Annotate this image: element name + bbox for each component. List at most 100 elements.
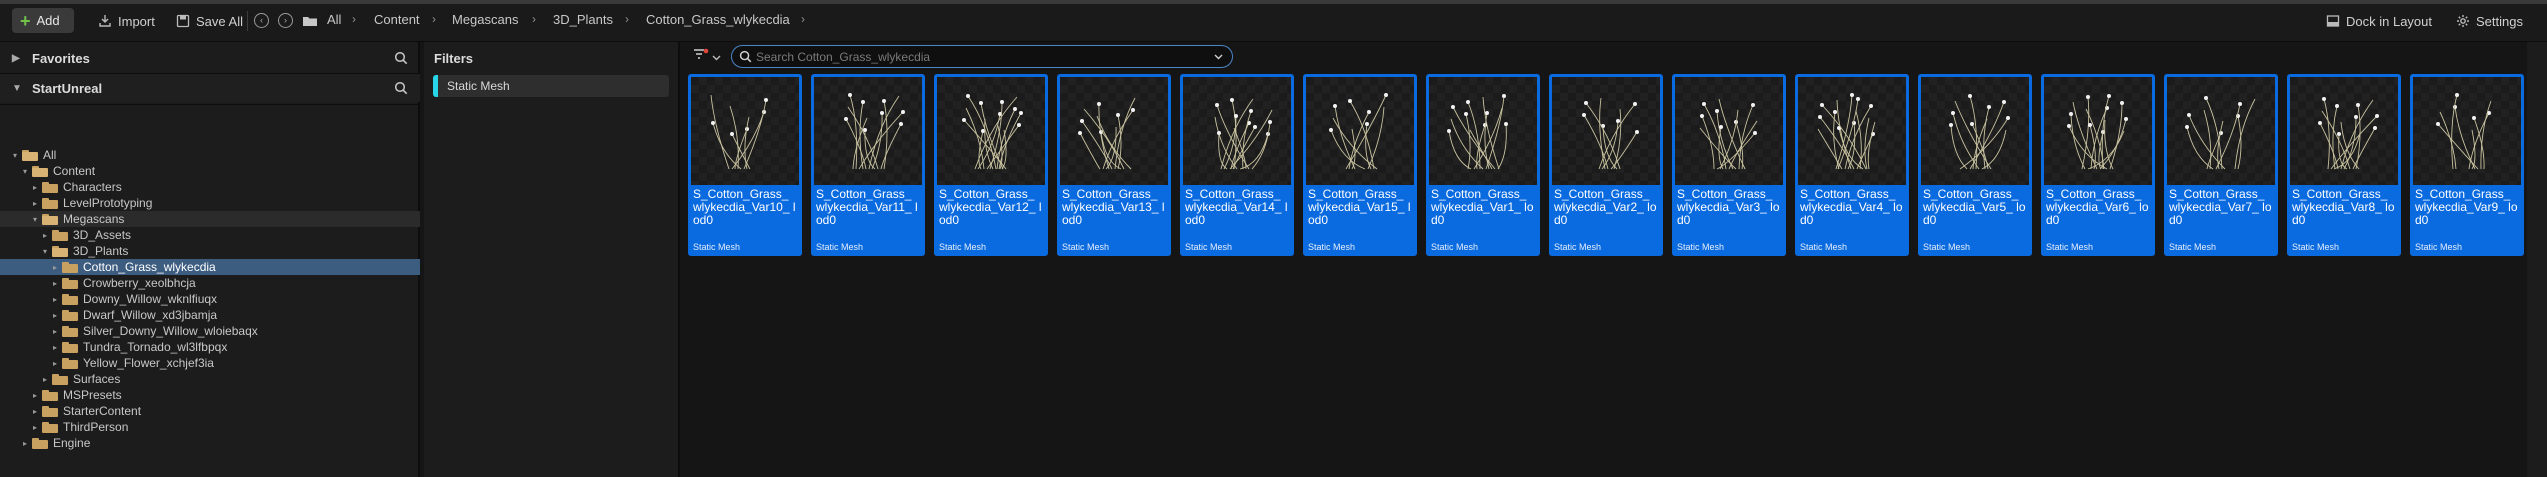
- add-button[interactable]: + Add: [12, 8, 74, 33]
- asset-tile[interactable]: S_Cotton_Grass_ wlykecdia_Var1_ lod0 Stat…: [1426, 74, 1540, 256]
- save-all-label: Save All: [196, 13, 243, 29]
- tree-item[interactable]: ▾ Megascans: [0, 211, 420, 227]
- asset-view: S_Cotton_Grass_ wlykecdia_Var10_ lod0 Sta…: [682, 42, 2527, 477]
- collapsed-arrow-icon[interactable]: ▸: [50, 343, 60, 352]
- tree-item[interactable]: ▸ ThirdPerson: [0, 419, 420, 435]
- collapsed-arrow-icon[interactable]: ▸: [50, 327, 60, 336]
- project-header[interactable]: ▼ StartUnreal: [0, 74, 420, 102]
- breadcrumb-chevron-icon[interactable]: ›: [801, 12, 805, 26]
- asset-tile[interactable]: S_Cotton_Grass_ wlykecdia_Var9_ lod0 Stat…: [2410, 74, 2524, 256]
- expanded-arrow-icon[interactable]: ▾: [10, 151, 20, 160]
- asset-tile[interactable]: S_Cotton_Grass_ wlykecdia_Var11_ lod0 Sta…: [811, 74, 925, 256]
- tree-item-label: 3D_Assets: [73, 228, 132, 242]
- asset-type: Static Mesh: [2415, 242, 2463, 252]
- search-icon[interactable]: [394, 81, 408, 95]
- collapsed-arrow-icon[interactable]: ▸: [30, 407, 40, 416]
- tree-item[interactable]: ▸ Downy_Willow_wknlfiuqx: [0, 291, 420, 307]
- favorites-header[interactable]: ▶ Favorites: [0, 44, 420, 72]
- asset-tile[interactable]: S_Cotton_Grass_ wlykecdia_Var7_ lod0 Stat…: [2164, 74, 2278, 256]
- collapsed-arrow-icon[interactable]: ▸: [30, 183, 40, 192]
- asset-type: Static Mesh: [1185, 242, 1233, 252]
- dock-in-layout-button[interactable]: Dock in Layout: [2320, 9, 2438, 33]
- expanded-arrow-icon[interactable]: ▾: [20, 167, 30, 176]
- expanded-arrow-icon[interactable]: ▾: [40, 247, 50, 256]
- save-all-button[interactable]: Save All: [170, 9, 249, 33]
- tree-item[interactable]: ▸ Silver_Downy_Willow_wloiebaqx: [0, 323, 420, 339]
- tree-item[interactable]: ▸ Crowberry_xeolbhcja: [0, 275, 420, 291]
- tree-item-label: MSPresets: [63, 388, 122, 402]
- collapsed-arrow-icon[interactable]: ▸: [20, 439, 30, 448]
- gear-icon: [2456, 14, 2470, 28]
- folder-icon: [42, 213, 58, 225]
- import-button[interactable]: Import: [92, 9, 161, 33]
- asset-name: S_Cotton_Grass_ wlykecdia_Var14_ lod0: [1185, 187, 1288, 227]
- asset-type: Static Mesh: [2169, 242, 2217, 252]
- tree-item[interactable]: ▸ 3D_Assets: [0, 227, 420, 243]
- dock-in-layout-label: Dock in Layout: [2346, 13, 2432, 29]
- breadcrumb-item[interactable]: Content: [374, 12, 420, 27]
- asset-name: S_Cotton_Grass_ wlykecdia_Var5_ lod0: [1923, 187, 2026, 227]
- collapsed-arrow-icon[interactable]: ▸: [50, 311, 60, 320]
- collapsed-arrow-icon[interactable]: ▸: [50, 295, 60, 304]
- breadcrumb-item[interactable]: Megascans: [452, 12, 518, 27]
- save-icon: [176, 14, 190, 28]
- asset-tile[interactable]: S_Cotton_Grass_ wlykecdia_Var13_ lod0 Sta…: [1057, 74, 1171, 256]
- tree-item[interactable]: ▸ MSPresets: [0, 387, 420, 403]
- tree-item[interactable]: ▸ Engine: [0, 435, 420, 451]
- folder-browse-icon[interactable]: [302, 14, 317, 28]
- tree-item[interactable]: ▸ Yellow_Flower_xchjef3ia: [0, 355, 420, 371]
- filters-title: Filters: [434, 51, 474, 66]
- tree-item[interactable]: ▸ Characters: [0, 179, 420, 195]
- collapsed-arrow-icon[interactable]: ▸: [50, 263, 60, 272]
- content-browser-toolbar: + Add Import Save All ‹ › All › Content …: [0, 0, 2547, 42]
- folder-icon: [32, 165, 48, 177]
- tree-item[interactable]: ▾ All: [0, 147, 420, 163]
- asset-tile[interactable]: S_Cotton_Grass_ wlykecdia_Var10_ lod0 Sta…: [688, 74, 802, 256]
- tree-item[interactable]: ▾ Content: [0, 163, 420, 179]
- filter-chip-static-mesh[interactable]: Static Mesh: [433, 75, 669, 97]
- tree-item[interactable]: ▸ LevelPrototyping: [0, 195, 420, 211]
- chevron-down-icon[interactable]: [1214, 54, 1223, 60]
- tree-item[interactable]: ▸ Cotton_Grass_wlykecdia: [0, 259, 420, 275]
- asset-tile[interactable]: S_Cotton_Grass_ wlykecdia_Var15_ lod0 Sta…: [1303, 74, 1417, 256]
- collapsed-arrow-icon[interactable]: ▸: [30, 199, 40, 208]
- asset-name: S_Cotton_Grass_ wlykecdia_Var8_ lod0: [2292, 187, 2395, 227]
- breadcrumb-item[interactable]: All: [327, 12, 341, 27]
- asset-tile[interactable]: S_Cotton_Grass_ wlykecdia_Var8_ lod0 Stat…: [2287, 74, 2401, 256]
- tree-item[interactable]: ▸ Tundra_Tornado_wl3lfbpqx: [0, 339, 420, 355]
- asset-search-field[interactable]: [731, 45, 1233, 68]
- asset-tile[interactable]: S_Cotton_Grass_ wlykecdia_Var5_ lod0 Stat…: [1918, 74, 2032, 256]
- asset-tile[interactable]: S_Cotton_Grass_ wlykecdia_Var6_ lod0 Stat…: [2041, 74, 2155, 256]
- collapsed-arrow-icon[interactable]: ▸: [30, 391, 40, 400]
- tree-item[interactable]: ▸ StarterContent: [0, 403, 420, 419]
- tree-item[interactable]: ▸ Surfaces: [0, 371, 420, 387]
- settings-button[interactable]: Settings: [2450, 9, 2529, 33]
- asset-tile[interactable]: S_Cotton_Grass_ wlykecdia_Var12_ lod0 Sta…: [934, 74, 1048, 256]
- collapsed-arrow-icon[interactable]: ▸: [50, 359, 60, 368]
- folder-tree: ▾ All ▾ Content ▸ Characters ▸ LevelPrototyping…: [0, 147, 420, 451]
- back-icon[interactable]: ‹: [254, 13, 269, 28]
- asset-thumbnail: [1798, 77, 1906, 185]
- collapsed-arrow-icon[interactable]: ▸: [50, 279, 60, 288]
- expanded-arrow-icon[interactable]: ▾: [30, 215, 40, 224]
- asset-tile[interactable]: S_Cotton_Grass_ wlykecdia_Var14_ lod0 Sta…: [1180, 74, 1294, 256]
- breadcrumb-item[interactable]: Cotton_Grass_wlykecdia: [646, 12, 790, 27]
- forward-icon[interactable]: ›: [278, 13, 293, 28]
- tree-item[interactable]: ▸ Dwarf_Willow_xd3jbamja: [0, 307, 420, 323]
- tree-item-label: 3D_Plants: [73, 244, 129, 258]
- tree-item-label: Engine: [53, 436, 91, 450]
- breadcrumb-item[interactable]: 3D_Plants: [553, 12, 613, 27]
- scrollbar-track[interactable]: [2527, 42, 2547, 477]
- search-icon[interactable]: [394, 51, 408, 65]
- collapsed-arrow-icon[interactable]: ▸: [40, 231, 50, 240]
- asset-tile[interactable]: S_Cotton_Grass_ wlykecdia_Var4_ lod0 Stat…: [1795, 74, 1909, 256]
- collapsed-arrow-icon[interactable]: ▸: [30, 423, 40, 432]
- filter-dropdown-button[interactable]: [693, 48, 721, 65]
- asset-tile[interactable]: S_Cotton_Grass_ wlykecdia_Var2_ lod0 Stat…: [1549, 74, 1663, 256]
- tree-item[interactable]: ▾ 3D_Plants: [0, 243, 420, 259]
- search-input[interactable]: [752, 49, 1214, 64]
- asset-type: Static Mesh: [1062, 242, 1110, 252]
- collapsed-arrow-icon[interactable]: ▸: [40, 375, 50, 384]
- asset-tile[interactable]: S_Cotton_Grass_ wlykecdia_Var3_ lod0 Stat…: [1672, 74, 1786, 256]
- asset-thumbnail: [1675, 77, 1783, 185]
